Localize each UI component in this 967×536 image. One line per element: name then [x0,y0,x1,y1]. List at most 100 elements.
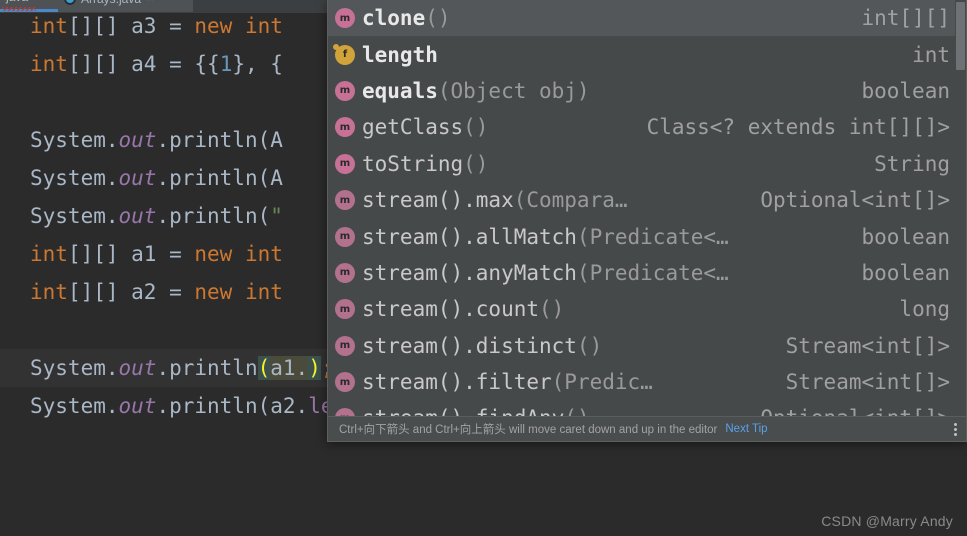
code-token: int [30,52,68,76]
method-icon: m [335,190,355,211]
code-token: = [156,280,195,304]
completion-item[interactable]: m stream().count() long [328,291,966,327]
completion-item[interactable]: m equals (Object obj) boolean [328,73,966,109]
code-token: int [232,14,283,38]
code-token: new [194,280,233,304]
tab-arrays-java-label: Arrays.java [81,0,141,6]
completion-item-args: (Predic… [551,370,653,395]
completion-item-args: () [564,406,589,416]
completion-item-name: clone [362,6,426,31]
code-token: System [30,166,106,190]
completion-list[interactable]: m clone() int[][] f length int m equals (Object … [328,0,966,416]
completion-item-args: () [463,115,489,140]
code-token: new [194,242,233,266]
tab-close-icon[interactable]: × [34,0,40,4]
completion-item[interactable]: m stream().allMatch (Predicate<… boolean [328,218,966,254]
completion-item[interactable]: m stream().findAny() Optional<int[]> [328,400,966,416]
code-token: .println( [156,128,271,152]
code-token: out [118,166,157,190]
completion-item-type: boolean [861,260,950,285]
code-token: .println [156,356,258,380]
code-token: a1 [131,242,157,266]
code-token: = [156,14,195,38]
completion-scrollbar[interactable] [955,0,966,416]
completion-item-name: getClass [362,115,464,140]
completion-item-type: Optional<int[]> [760,406,950,416]
code-token: int [232,280,283,304]
completion-item-type: boolean [861,224,950,249]
completion-item-name: stream().filter [362,370,552,395]
code-token: .println( [156,204,271,228]
field-icon: f [333,43,355,65]
code-token: out [118,204,157,228]
completion-item-name: stream().count [362,297,540,322]
method-icon: m [335,8,355,29]
method-icon: m [335,299,355,320]
code-token: }, { [232,52,283,76]
completion-item-type: Class<? extends int[][]> [646,115,950,140]
method-icon: m [335,117,355,138]
code-token: .println( [156,394,271,418]
completion-item-type: Stream<int[]> [785,370,950,395]
code-token: .println( [156,166,271,190]
completion-item-args: (Object obj) [437,78,590,103]
completion-item-args: () [463,151,489,176]
completion-item-args: (Compara… [513,188,628,213]
code-token: . [105,204,119,228]
more-options-icon[interactable] [954,422,960,436]
code-token: a2 [131,280,157,304]
completion-item-type: Optional<int[]> [760,188,950,213]
code-token: a3 [131,14,157,38]
completion-item-type: int [912,42,950,67]
code-token: int [232,242,283,266]
next-tip-link[interactable]: Next Tip [725,423,767,435]
completion-item-type: String [874,151,950,176]
method-icon: m [335,408,355,416]
method-icon: m [335,335,355,356]
code-token: 1 [219,52,233,76]
completion-item[interactable]: m toString() String [328,146,966,182]
method-icon: m [335,372,355,393]
code-token: System [30,204,106,228]
code-token: a2 [270,394,296,418]
tab-close-icon[interactable]: × [147,0,153,5]
completion-item[interactable]: m clone() int[][] [328,0,966,37]
code-token: = [156,242,195,266]
code-token: System [30,356,106,380]
code-token: out [118,356,157,380]
completion-scrollbar-thumb[interactable] [956,2,965,70]
code-token: a1. [270,356,309,380]
completion-item-name: stream().findAny [362,406,564,416]
code-token: = [156,52,195,76]
completion-item[interactable]: m stream().max (Compara… Optional<int[]> [328,182,966,218]
method-icon: m [335,262,355,283]
code-token: int [30,280,68,304]
code-token: . [105,128,119,152]
code-token: [][] [67,14,132,38]
code-token: a4 [131,52,157,76]
completion-item[interactable]: m getClass() Class<? extends int[][]> [328,109,966,145]
code-token: [][] [67,52,132,76]
completion-item[interactable]: m stream().filter (Predic… Stream<int[]> [328,364,966,400]
completion-item-name: stream().max [362,188,514,213]
code-token: System [30,128,106,152]
completion-item-name: stream().allMatch [362,224,577,249]
code-token: out [118,128,157,152]
completion-item[interactable]: f length int [328,36,966,72]
completion-item[interactable]: m stream().distinct() Stream<int[]> [328,328,966,364]
code-token: int [30,242,68,266]
code-token: . [105,394,119,418]
completion-item-name: equals [362,78,438,103]
method-icon: m [335,153,355,174]
code-token: . [295,394,309,418]
method-icon: m [335,226,355,247]
completion-tip-bar: Ctrl+向下箭头 and Ctrl+向上箭头 will move caret … [328,416,966,441]
completion-item-args: (Predicate<… [576,260,729,285]
completion-item[interactable]: m stream().anyMatch (Predicate<… boolean [328,255,966,291]
completion-item-name: stream().distinct [362,333,577,358]
code-token: int [30,14,68,38]
tab-java-label: java [6,0,28,5]
code-completion-popup[interactable]: m clone() int[][] f length int m equals (Object … [327,0,967,442]
completion-item-args: () [425,6,451,31]
completion-item-args: () [539,297,565,322]
